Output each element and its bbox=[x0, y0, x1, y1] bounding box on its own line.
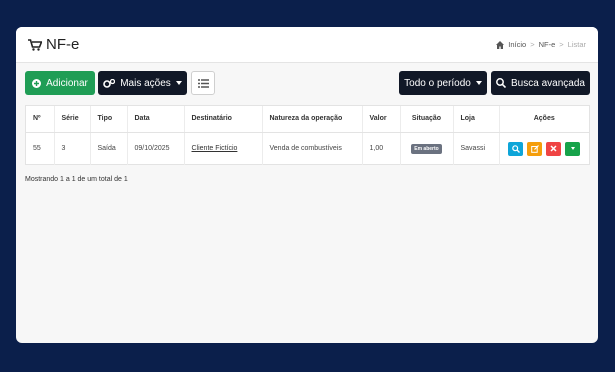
add-button[interactable]: Adicionar bbox=[25, 71, 95, 95]
more-actions-label: Mais ações bbox=[120, 77, 171, 89]
page-header: NF-e Início > NF-e > Listar bbox=[16, 27, 598, 63]
column-header[interactable]: Destinatário bbox=[184, 106, 263, 133]
cell-loja: Savassi bbox=[453, 132, 500, 165]
status-badge: Em aberto bbox=[411, 144, 442, 155]
search-icon bbox=[496, 78, 507, 88]
delete-button[interactable] bbox=[546, 141, 562, 156]
chevron-down-icon bbox=[175, 81, 182, 85]
toolbar: Adicionar Mais ações Todo o período Busc… bbox=[25, 71, 590, 95]
pagination-summary: Mostrando 1 a 1 de um total de 1 bbox=[25, 176, 128, 183]
page-title: NF-e bbox=[28, 36, 79, 53]
cell-valor: 1,00 bbox=[362, 132, 401, 165]
add-button-label: Adicionar bbox=[46, 77, 88, 89]
nfe-table: Nº Série Tipo Data Destinatário Natureza… bbox=[25, 105, 590, 165]
cell-tipo: Saída bbox=[90, 132, 128, 165]
cell-numero: 55 bbox=[26, 132, 55, 165]
main-panel: NF-e Início > NF-e > Listar Adicionar Ma… bbox=[16, 27, 598, 343]
chevron-down-icon bbox=[475, 81, 482, 85]
home-icon bbox=[496, 40, 505, 49]
search-icon bbox=[511, 144, 520, 153]
list-view-button[interactable] bbox=[191, 71, 215, 95]
chevron-down-icon bbox=[570, 147, 575, 151]
breadcrumb-section[interactable]: NF-e bbox=[539, 40, 556, 49]
edit-icon bbox=[530, 144, 539, 153]
cell-data: 09/10/2025 bbox=[127, 132, 185, 165]
cell-situacao: Em aberto bbox=[400, 132, 454, 165]
table-header-row: Nº Série Tipo Data Destinatário Natureza… bbox=[26, 106, 589, 133]
column-header[interactable]: Data bbox=[127, 106, 185, 133]
column-header[interactable]: Nº bbox=[26, 106, 55, 133]
cell-natureza: Venda de combustíveis bbox=[262, 132, 363, 165]
breadcrumb-separator: > bbox=[559, 40, 564, 49]
column-header[interactable]: Loja bbox=[453, 106, 500, 133]
close-icon bbox=[550, 145, 557, 152]
more-actions-button[interactable]: Mais ações bbox=[98, 71, 187, 95]
plus-circle-icon bbox=[32, 78, 42, 88]
period-filter-label: Todo o período bbox=[404, 77, 471, 89]
column-header[interactable]: Série bbox=[54, 106, 91, 133]
more-options-button[interactable] bbox=[565, 141, 581, 156]
column-header[interactable]: Tipo bbox=[90, 106, 128, 133]
column-header: Ações bbox=[499, 106, 589, 133]
edit-button[interactable] bbox=[527, 141, 543, 156]
breadcrumb-current: Listar bbox=[567, 40, 586, 49]
breadcrumb-separator: > bbox=[530, 40, 535, 49]
page-title-text: NF-e bbox=[46, 36, 80, 53]
column-header[interactable]: Situação bbox=[400, 106, 454, 133]
column-header[interactable]: Natureza da operação bbox=[262, 106, 363, 133]
period-filter-button[interactable]: Todo o período bbox=[399, 71, 487, 95]
view-button[interactable] bbox=[508, 141, 524, 156]
advanced-search-label: Busca avançada bbox=[511, 77, 585, 89]
recipient-link[interactable]: Cliente Fictício bbox=[192, 145, 238, 152]
cell-serie: 3 bbox=[54, 132, 91, 165]
cart-icon bbox=[28, 38, 42, 51]
cell-destinatario: Cliente Fictício bbox=[184, 132, 263, 165]
list-icon bbox=[197, 78, 209, 88]
cell-acoes bbox=[499, 132, 589, 165]
advanced-search-button[interactable]: Busca avançada bbox=[491, 71, 590, 95]
gears-icon bbox=[103, 78, 116, 88]
table-row: 55 3 Saída 09/10/2025 Cliente Fictício V… bbox=[26, 132, 589, 165]
column-header[interactable]: Valor bbox=[362, 106, 401, 133]
breadcrumb-home[interactable]: Início bbox=[508, 40, 526, 49]
breadcrumb: Início > NF-e > Listar bbox=[496, 40, 586, 49]
